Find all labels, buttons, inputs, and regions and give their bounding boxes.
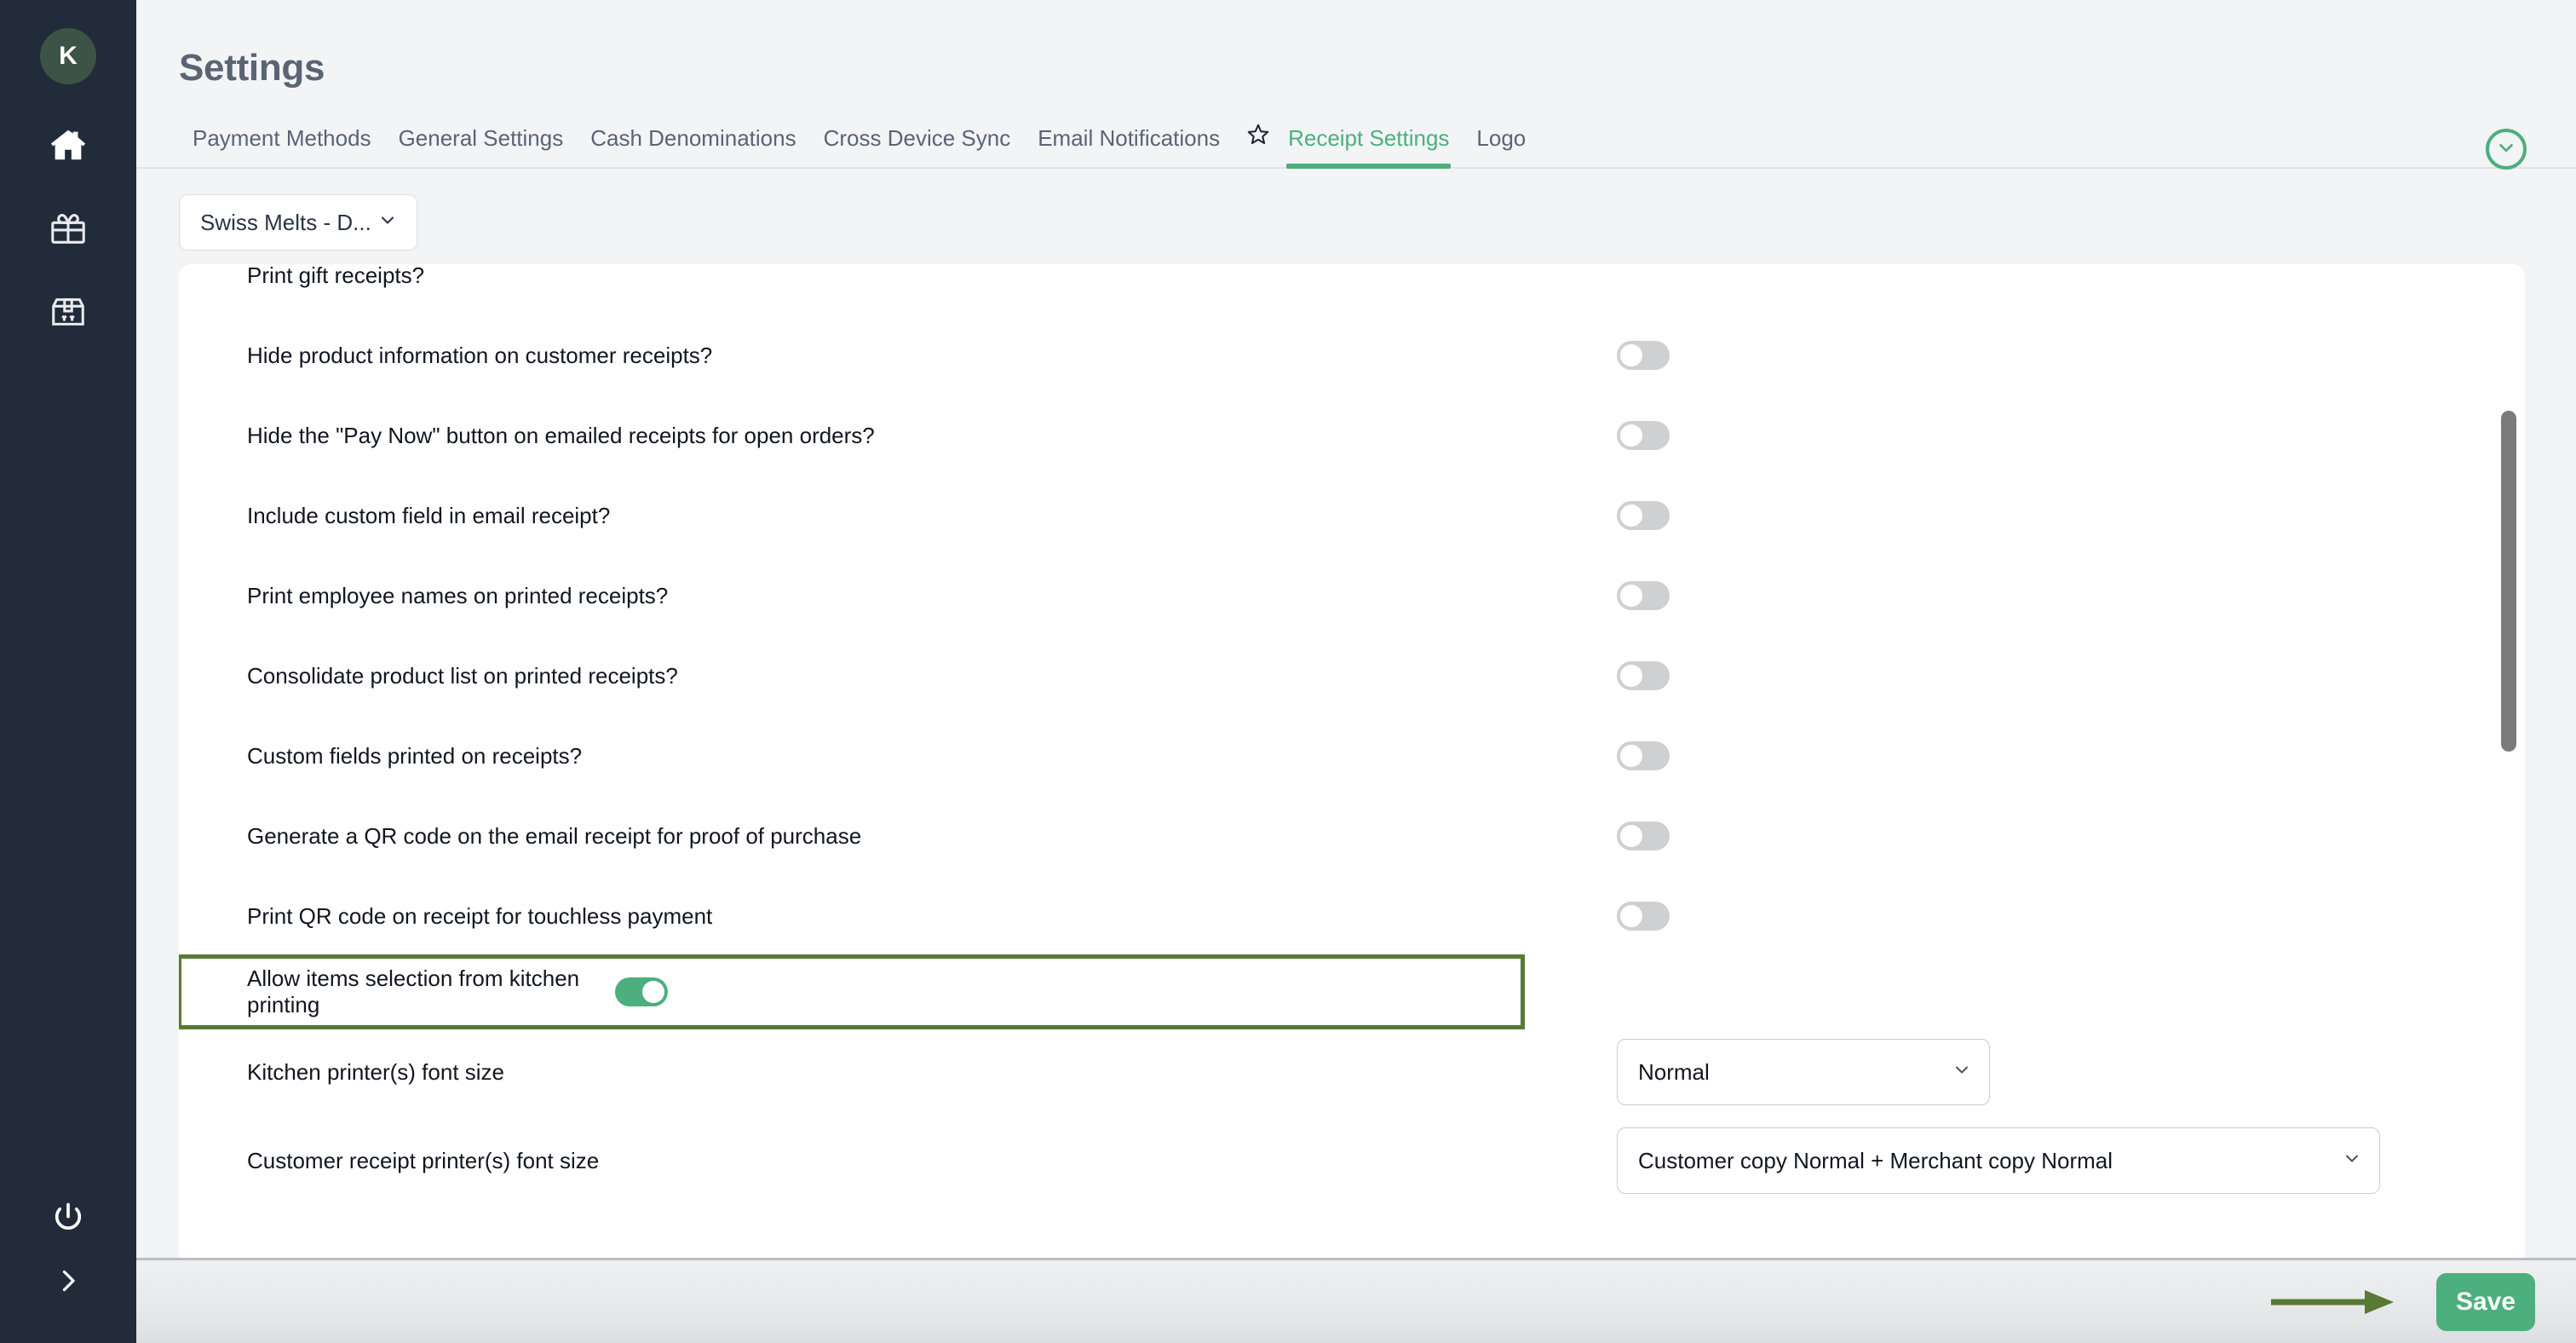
select-customer-receipt-printer-font-size[interactable]: Customer copy Normal + Merchant copy Nor… [1617,1127,2380,1194]
home-icon [49,125,88,164]
tab-email-notifications[interactable]: Email Notifications [1024,125,1233,167]
main-content: Settings Payment Methods General Setting… [136,0,2576,1343]
setting-row: Print QR code on receipt for touchless p… [179,876,2525,956]
toggle-knob [1620,825,1642,847]
setting-label: Allow items selection from kitchen print… [247,965,580,1017]
tab-general-settings[interactable]: General Settings [385,125,578,167]
setting-control [1605,421,2525,450]
toggle-knob [642,981,664,1003]
sidebar-item-inventory[interactable] [0,270,136,354]
location-select-row: Swiss Melts - D... [136,169,2576,251]
settings-scrollbar-track[interactable] [2501,264,2516,1343]
toggle-print-qr-touchless-payment[interactable] [1617,902,1670,931]
app-root: K Settings Payment Methods General Setti… [0,0,2576,1343]
select-value: Normal [1638,1058,1710,1085]
setting-row: Kitchen printer(s) font size Normal [179,1028,2525,1116]
setting-control [1605,821,2525,850]
setting-control: Customer copy Normal + Merchant copy Nor… [1605,1127,2525,1194]
toggle-knob [1620,585,1642,607]
toggle-knob [1620,344,1642,366]
setting-row: Print employee names on printed receipts… [179,556,2525,636]
chevron-down-icon [2342,1148,2362,1174]
toggle-knob [1620,424,1642,447]
tab-payment-methods[interactable]: Payment Methods [179,125,385,167]
settings-card: Print gift receipts? Hide product inform… [179,264,2525,1343]
star-outline-icon [1245,122,1271,152]
setting-row-highlighted: Allow items selection from kitchen print… [179,954,1525,1029]
toggle-knob [1620,504,1642,527]
setting-label: Print QR code on receipt for touchless p… [247,902,713,929]
favorite-tab-button[interactable] [1233,122,1274,167]
sidebar-item-logout[interactable] [0,1176,136,1259]
toggle-hide-pay-now-button[interactable] [1617,421,1670,450]
footer-action-bar: Save [136,1258,2576,1343]
setting-row: Customer receipt printer(s) font size Cu… [179,1116,2525,1205]
setting-label: Hide product information on customer rec… [247,342,713,368]
tab-logo[interactable]: Logo [1463,125,1539,167]
location-select-value: Swiss Melts - D... [200,209,371,235]
setting-label: Custom fields printed on receipts? [247,742,583,769]
sidebar-item-home[interactable] [0,103,136,187]
toggle-consolidate-product-list[interactable] [1617,661,1670,690]
setting-control: Normal [1605,1039,2525,1105]
left-sidebar: K [0,0,136,1343]
setting-control [1605,661,2525,690]
setting-row: Hide product information on customer rec… [179,315,2525,395]
tab-cross-device-sync[interactable]: Cross Device Sync [810,125,1025,167]
setting-row: Hide the "Pay Now" button on emailed rec… [179,395,2525,476]
setting-control [1605,902,2525,931]
toggle-knob [1620,665,1642,687]
avatar[interactable]: K [40,28,96,84]
chevron-down-icon [377,210,398,236]
power-icon [50,1200,86,1236]
setting-label: Include custom field in email receipt? [247,502,611,528]
toggle-include-custom-field[interactable] [1617,501,1670,530]
location-select[interactable]: Swiss Melts - D... [179,194,417,251]
select-kitchen-printer-font-size[interactable]: Normal [1617,1039,1990,1105]
expand-tabs-button[interactable] [2486,129,2527,170]
toggle-hide-product-information[interactable] [1617,341,1670,370]
setting-control [1605,501,2525,530]
avatar-initial: K [59,42,78,70]
setting-label: Customer receipt printer(s) font size [247,1147,600,1173]
setting-label: Print employee names on printed receipts… [247,582,669,608]
chevron-right-icon [53,1265,83,1296]
toggle-knob [1620,745,1642,767]
page-title: Settings [179,47,325,89]
setting-control [1605,741,2525,770]
toggle-custom-fields-printed[interactable] [1617,741,1670,770]
chevron-down-circle-icon [2495,136,2517,163]
inventory-box-icon [49,292,88,331]
setting-row: Generate a QR code on the email receipt … [179,796,2525,876]
sidebar-expand-toggle[interactable] [0,1259,136,1343]
tab-cash-denominations[interactable]: Cash Denominations [577,125,809,167]
select-value: Customer copy Normal + Merchant copy Nor… [1638,1147,2113,1173]
chevron-down-icon [1952,1059,1972,1086]
save-button[interactable]: Save [2436,1272,2535,1331]
tab-list: Payment Methods General Settings Cash De… [179,122,1539,169]
right-arrow-annotation [2269,1285,2397,1319]
toggle-generate-qr-email-receipt[interactable] [1617,821,1670,850]
setting-row: Include custom field in email receipt? [179,476,2525,556]
settings-scroll-region: Hide product information on customer rec… [179,264,2525,1343]
setting-row: Custom fields printed on receipts? [179,716,2525,796]
toggle-print-employee-names[interactable] [1617,581,1670,610]
toggle-allow-items-selection-kitchen-printing[interactable] [615,977,668,1006]
setting-control [1605,581,2525,610]
toggle-knob [1620,905,1642,927]
setting-label: Generate a QR code on the email receipt … [247,822,862,849]
settings-card-area: Print gift receipts? Hide product inform… [136,251,2576,1343]
tab-receipt-settings[interactable]: Receipt Settings [1274,125,1463,169]
setting-control [603,977,1523,1006]
settings-scrollbar-thumb[interactable] [2501,411,2516,752]
tab-bar: Payment Methods General Settings Cash De… [136,122,2576,170]
setting-row: Consolidate product list on printed rece… [179,636,2525,716]
setting-label: Hide the "Pay Now" button on emailed rec… [247,422,875,448]
setting-label: Consolidate product list on printed rece… [247,662,678,689]
sidebar-item-gift-cards[interactable] [0,187,136,270]
setting-control [1605,341,2525,370]
setting-label: Kitchen printer(s) font size [247,1058,505,1085]
gift-icon [49,209,88,248]
